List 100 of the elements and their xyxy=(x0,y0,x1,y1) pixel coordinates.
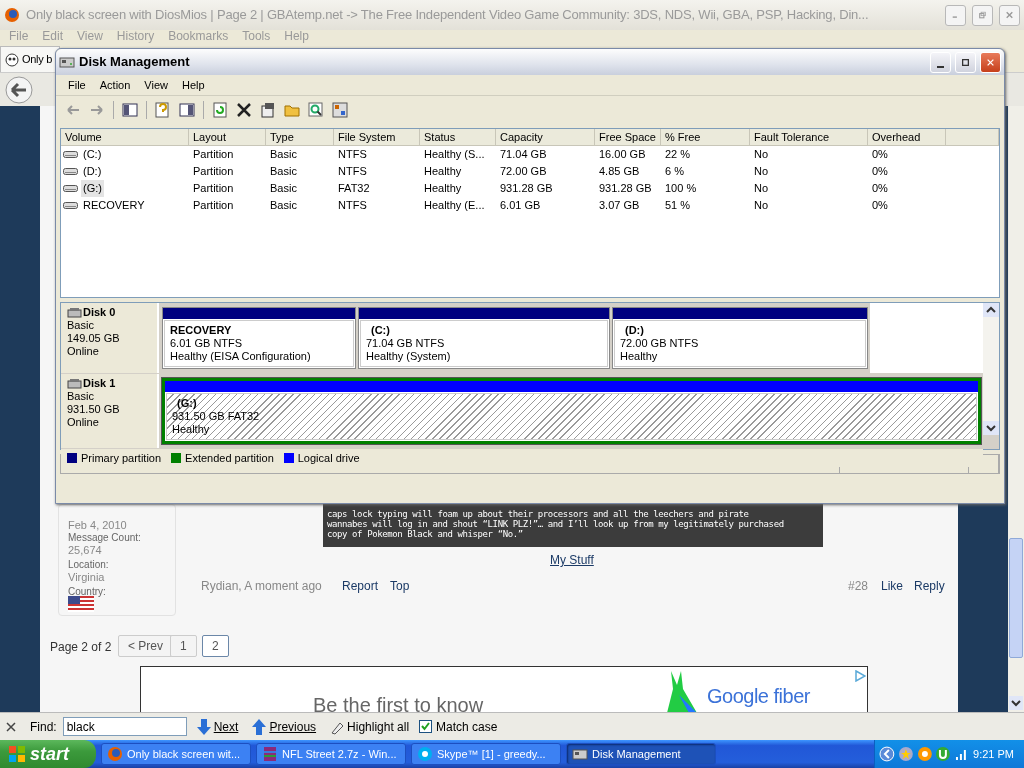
table-cell: 931.28 GB xyxy=(500,182,553,195)
down-arrow-icon xyxy=(196,718,211,735)
star-icon[interactable] xyxy=(897,746,914,762)
partition-status: Healthy (EISA Configuration) xyxy=(170,350,312,363)
partition-size: 931.50 GB FAT32 xyxy=(172,410,261,423)
torrent-icon[interactable] xyxy=(935,746,952,762)
post-link[interactable]: Top xyxy=(390,577,410,595)
table-cell: Healthy (E... xyxy=(424,199,485,212)
scroll-down-icon[interactable] xyxy=(1009,696,1023,710)
table-cell[interactable]: (G:) xyxy=(81,180,104,197)
post-number: #28 xyxy=(848,578,869,595)
page-button[interactable]: 2 xyxy=(202,635,229,657)
member-date: Feb 4, 2010 xyxy=(68,518,127,533)
ad-headline: Be the first to know xyxy=(313,695,484,712)
close-icon[interactable] xyxy=(6,721,16,732)
partition-block[interactable]: (D:) 72.00 GB NTFS Healthy xyxy=(612,307,868,369)
scroll-thumb[interactable] xyxy=(1009,538,1023,658)
table-cell: Basic xyxy=(270,199,297,212)
column-header[interactable]: Capacity xyxy=(496,129,595,145)
field-value: Virginia xyxy=(68,570,105,585)
close-button[interactable] xyxy=(999,4,1020,26)
taskbar-button[interactable]: NFL Street 2.7z - Win... xyxy=(256,743,406,765)
column-header[interactable]: File System xyxy=(334,129,420,145)
scrollbar[interactable] xyxy=(1008,106,1024,712)
search-icon[interactable] xyxy=(308,101,324,118)
disk-status: Online xyxy=(67,416,100,429)
table-cell: 0% xyxy=(872,148,888,161)
post-link[interactable]: Report xyxy=(342,577,379,595)
partition-block[interactable]: (G:) 931.50 GB FAT32 Healthy xyxy=(162,378,981,444)
disk-type: Basic xyxy=(67,390,95,403)
taskbar-button[interactable]: Skype™ [1] - greedy... xyxy=(411,743,561,765)
signature-link[interactable]: My Stuff xyxy=(550,551,594,569)
windows-logo-icon xyxy=(8,745,26,763)
menu-item[interactable]: File xyxy=(61,76,93,94)
help-icon[interactable] xyxy=(155,101,171,118)
back-icon[interactable] xyxy=(4,75,34,105)
post-link[interactable]: Like xyxy=(881,577,903,595)
find-field[interactable]: black xyxy=(62,717,187,736)
disk-status: Online xyxy=(67,345,100,358)
menu-item[interactable]: View xyxy=(137,76,175,94)
checkbox[interactable] xyxy=(419,720,433,733)
menu-item[interactable]: Action xyxy=(92,76,138,94)
column-header[interactable]: Status xyxy=(420,129,496,145)
post-link[interactable]: Reply xyxy=(914,577,945,595)
partition-status: Healthy (System) xyxy=(366,350,452,363)
table-cell[interactable]: (D:) xyxy=(81,163,104,180)
partition-block[interactable]: (C:) 71.04 GB NTFS Healthy (System) xyxy=(358,307,610,369)
close-icon xyxy=(1006,10,1013,20)
partition-status: Healthy xyxy=(172,423,211,436)
disk-type: Basic xyxy=(67,319,95,332)
start-button[interactable]: start xyxy=(0,740,96,768)
partition-block[interactable]: RECOVERY 6.01 GB NTFS Healthy (EISA Configuration) xyxy=(162,307,356,369)
drive-icon xyxy=(63,149,78,160)
column-header[interactable]: % Free xyxy=(661,129,750,145)
ad-choices-icon[interactable] xyxy=(854,670,866,682)
maximize-button[interactable] xyxy=(955,51,976,73)
column-header[interactable]: Type xyxy=(266,129,334,145)
legend-label: Logical drive xyxy=(297,450,360,466)
table-cell[interactable]: RECOVERY xyxy=(81,197,147,214)
table-cell: 0% xyxy=(872,182,888,195)
column-header[interactable]: Volume xyxy=(61,129,189,145)
pane-icon[interactable] xyxy=(122,101,138,118)
expand-icon[interactable] xyxy=(879,746,895,762)
restore-icon xyxy=(979,10,986,20)
page-button[interactable]: 1 xyxy=(170,635,197,657)
highlight-button[interactable]: Highlight all xyxy=(326,717,414,736)
scrollbar[interactable] xyxy=(983,303,999,435)
browser-logo-icon xyxy=(4,7,20,23)
next-button[interactable]: Next xyxy=(192,717,243,736)
delete-icon[interactable] xyxy=(236,101,252,118)
scroll-down-icon[interactable] xyxy=(983,421,999,435)
page-button[interactable]: < Prev xyxy=(118,635,173,657)
browser-tab[interactable]: Only b xyxy=(0,46,60,72)
code-line: wannabes will log in and shout “LINK PLZ!”… and I’ll look up from my legitimately purchased xyxy=(327,519,785,529)
window-title: Disk Management xyxy=(79,53,191,72)
table-cell: 16.00 GB xyxy=(599,148,646,161)
find-label: Find: xyxy=(30,718,57,736)
properties-icon[interactable] xyxy=(260,101,276,118)
table-cell: 6 % xyxy=(665,165,684,178)
column-header[interactable]: Layout xyxy=(189,129,266,145)
column-header[interactable]: Fault Tolerance xyxy=(750,129,868,145)
maximize-icon xyxy=(962,56,969,68)
taskbar-button[interactable]: Only black screen wit... xyxy=(101,743,251,765)
settings-icon[interactable] xyxy=(332,101,348,118)
taskbar-button[interactable]: Disk Management xyxy=(566,743,716,765)
field-value: 25,674 xyxy=(68,543,102,558)
menu-item[interactable]: Help xyxy=(174,76,212,94)
partition-size: 6.01 GB NTFS xyxy=(170,337,244,350)
refresh-icon[interactable] xyxy=(212,101,228,118)
match-case-checkbox[interactable]: Match case xyxy=(419,717,498,736)
table-cell[interactable]: (C:) xyxy=(81,146,104,163)
column-header[interactable]: Overhead xyxy=(868,129,946,145)
disk-size: 931.50 GB xyxy=(67,403,121,416)
column-header[interactable]: Free Space xyxy=(595,129,661,145)
browser-logo-icon xyxy=(107,746,123,762)
archive-icon xyxy=(262,746,278,762)
previous-button[interactable]: Previous xyxy=(248,717,321,736)
table-cell: NTFS xyxy=(338,199,367,212)
pane-icon[interactable] xyxy=(179,101,195,118)
scroll-up-icon[interactable] xyxy=(983,303,999,317)
